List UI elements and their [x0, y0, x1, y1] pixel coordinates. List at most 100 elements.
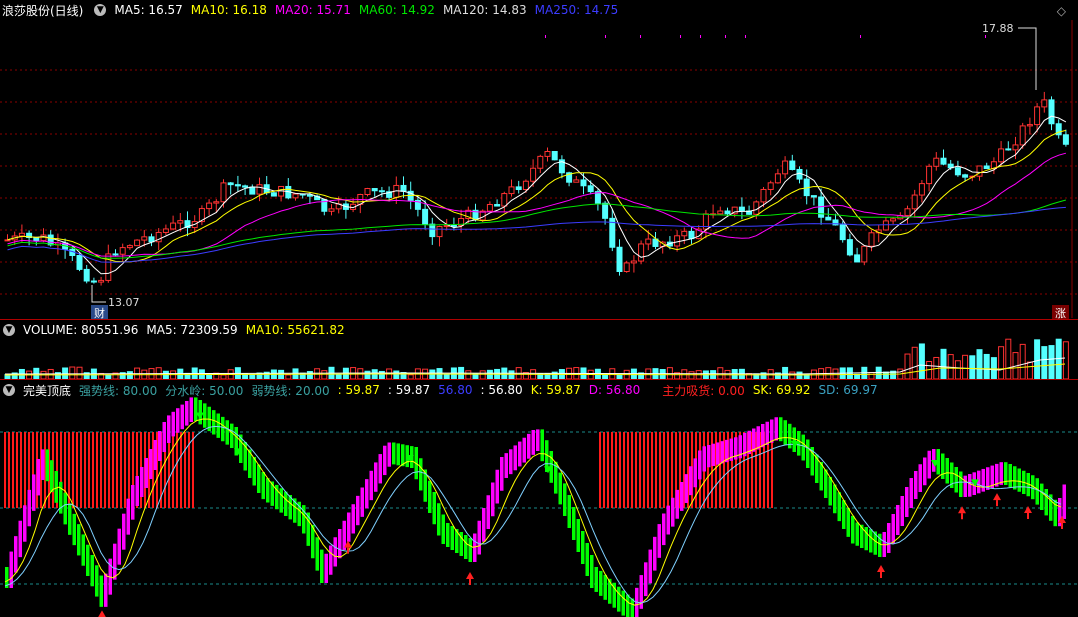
volume-bar — [1005, 338, 1012, 380]
candle-body — [825, 216, 832, 221]
candle-body — [1034, 106, 1041, 126]
candle-body — [774, 173, 781, 184]
rise-bar — [504, 453, 508, 478]
rise-bar — [360, 487, 364, 517]
dropdown-arrow-icon[interactable]: ▼ — [94, 4, 107, 16]
candle-body — [1012, 144, 1019, 151]
volume-bar — [393, 370, 400, 380]
candle-body — [292, 193, 299, 199]
volume-header: ▼ VOLUME: 80551.96 MA5: 72309.59 MA10: 5… — [0, 320, 353, 340]
rise-bar — [486, 495, 490, 529]
volume-ma5: MA5: 72309.59 — [146, 323, 238, 337]
event-dot — [985, 35, 986, 38]
weak-line: 弱势线: 20.00 — [251, 383, 330, 398]
dropdown-arrow-icon[interactable]: ▼ — [3, 324, 15, 336]
price-chart-panel[interactable]: 浪莎股份(日线) ▼ MA5: 16.57 MA10: 16.18 MA20: … — [0, 0, 1078, 320]
finance-badge[interactable]: 财 — [91, 305, 108, 320]
rise-bar — [923, 457, 927, 486]
rise-bar — [477, 520, 481, 555]
rise-bar — [531, 430, 535, 455]
fall-bar — [54, 471, 58, 503]
candle-body — [422, 208, 429, 225]
fall-bar — [261, 472, 265, 500]
volume-bar — [940, 348, 947, 380]
rise-bar — [662, 513, 666, 546]
rise-bar — [324, 553, 328, 583]
event-dot — [680, 35, 681, 38]
candle-body — [148, 236, 155, 243]
rise-bar — [644, 562, 648, 597]
rise-bar — [144, 458, 148, 488]
volume-panel[interactable]: ▼ VOLUME: 80551.96 MA5: 72309.59 MA10: 5… — [0, 320, 1078, 380]
volume-bar — [904, 353, 911, 380]
event-dot — [605, 35, 606, 38]
fall-bar — [581, 531, 585, 564]
candle-body — [602, 202, 609, 219]
event-dot — [745, 35, 746, 38]
candle-body — [249, 186, 256, 195]
rise-bar — [675, 489, 679, 519]
volume-value: VOLUME: 80551.96 — [23, 323, 139, 337]
buy-arrow-icon — [1024, 506, 1032, 513]
volume-bar — [306, 371, 313, 380]
fall-bar — [621, 590, 625, 616]
rise-badge[interactable]: 涨 — [1052, 305, 1069, 320]
fall-bar — [558, 472, 562, 505]
ma20-line — [7, 152, 1067, 257]
fall-bar — [842, 500, 846, 529]
candle-body — [126, 245, 133, 249]
volume-bar — [882, 371, 889, 380]
rise-bar — [365, 479, 369, 509]
candle-body — [918, 183, 925, 196]
volume-bar — [508, 370, 515, 380]
rise-bar — [900, 496, 904, 526]
volume-bar — [832, 368, 839, 380]
candle-body — [623, 262, 630, 272]
candle-body — [494, 204, 501, 207]
candle-body — [638, 243, 645, 262]
ma10-value: MA10: 16.18 — [190, 3, 267, 17]
rise-bar — [162, 422, 166, 452]
candle-body — [119, 247, 126, 255]
volume-bar — [688, 371, 695, 380]
candle-body — [580, 179, 587, 187]
fall-bar — [392, 442, 396, 465]
volume-bar — [1026, 361, 1033, 380]
volume-bar — [465, 370, 472, 380]
candle-body — [141, 236, 148, 241]
k-value: K: 59.87 — [530, 383, 581, 397]
candle-body — [436, 226, 443, 238]
fall-bar — [50, 460, 54, 492]
fall-bar — [90, 555, 94, 587]
high-pointer — [1018, 27, 1037, 90]
candle-body — [4, 239, 11, 242]
rise-bar — [720, 441, 724, 464]
candle-body — [933, 157, 940, 167]
event-dot — [860, 35, 861, 38]
fall-bar — [446, 523, 450, 547]
indicator-panel[interactable]: ▼ 完美顶底 强势线: 80.00 分水岭: 50.00 弱势线: 20.00 … — [0, 380, 1078, 617]
candle-body — [854, 254, 861, 263]
rise-bar — [657, 524, 661, 558]
fall-bar — [590, 555, 594, 588]
candle-body — [724, 210, 731, 215]
rise-bar — [329, 545, 333, 575]
volume-bar — [1048, 345, 1055, 380]
fall-bar — [320, 549, 324, 583]
rise-bar — [140, 467, 144, 497]
low-pointer — [91, 285, 106, 303]
fall-bar — [563, 483, 567, 516]
rise-bar — [378, 454, 382, 484]
rise-bar — [765, 421, 769, 445]
volume-bar — [69, 366, 76, 380]
fall-bar — [959, 471, 963, 497]
fall-bar — [81, 534, 85, 566]
volume-bar — [479, 370, 486, 380]
dropdown-arrow-icon[interactable]: ▼ — [3, 384, 15, 396]
fall-bar — [216, 413, 220, 438]
candle-body — [760, 188, 767, 203]
candle-body — [206, 202, 213, 210]
candle-body — [868, 232, 875, 247]
rise-bar — [351, 504, 355, 534]
candle-body — [1041, 99, 1048, 108]
